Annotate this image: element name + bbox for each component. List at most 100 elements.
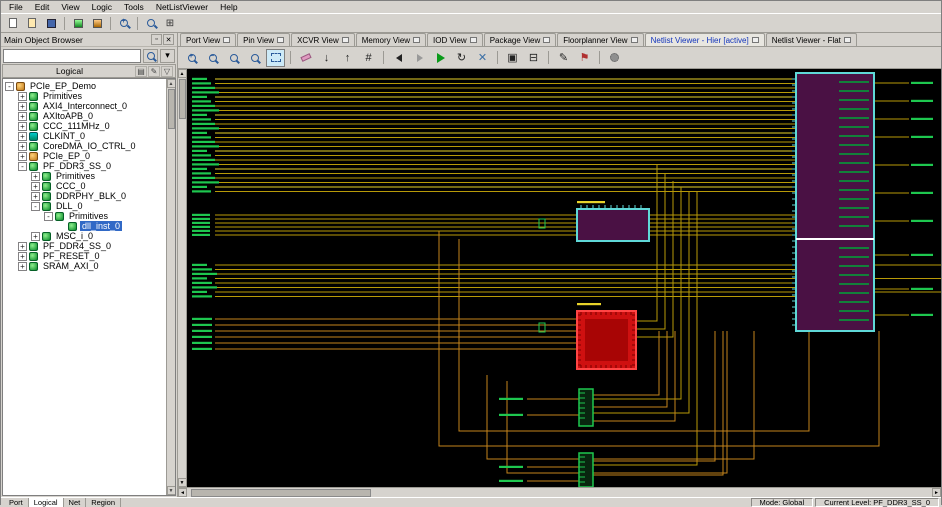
expand-icon[interactable]: +	[18, 251, 27, 261]
expand-icon[interactable]: +	[18, 131, 27, 141]
menu-view[interactable]: View	[55, 2, 85, 12]
tree-item-ccc_111mhz_0[interactable]: + CCC_111MHz_0	[3, 121, 166, 131]
tab-detach-icon[interactable]	[630, 37, 638, 43]
tree-item-msc_i_0[interactable]: + MSC_i_0	[3, 231, 166, 241]
netlist-hier-icon[interactable]	[69, 15, 87, 31]
browser-tab-region[interactable]: Region	[86, 497, 121, 507]
tree-item-dll_inst_0[interactable]: dll_inst_0	[3, 221, 166, 231]
tab-detach-icon[interactable]	[223, 37, 231, 43]
scroll-up-icon[interactable]: ▲	[177, 69, 187, 78]
tree-item-axitoapb_0[interactable]: + AXItoAPB_0	[3, 111, 166, 121]
tab-detach-icon[interactable]	[277, 37, 285, 43]
browser-tab-net[interactable]: Net	[64, 497, 87, 507]
search-input[interactable]	[3, 48, 141, 63]
crossprobe-icon[interactable]: ✕	[473, 49, 492, 67]
menu-netlistviewer[interactable]: NetListViewer	[150, 2, 214, 12]
expand-icon[interactable]: +	[18, 261, 27, 271]
open-icon[interactable]	[23, 15, 41, 31]
expand-icon[interactable]: +	[18, 241, 27, 251]
tree-item-primitives[interactable]: - Primitives	[3, 211, 166, 221]
expand-icon[interactable]: +	[18, 91, 27, 101]
tab-detach-icon[interactable]	[543, 37, 551, 43]
tab-netlist-viewer-hier-active-[interactable]: Netlist Viewer - Hier [active]	[644, 33, 765, 46]
zoom-fit-icon[interactable]	[245, 49, 264, 67]
tab-package-view[interactable]: Package View	[483, 33, 557, 46]
zoom-selection-icon[interactable]	[266, 48, 285, 67]
menu-edit[interactable]: Edit	[29, 2, 56, 12]
tree-item-coredma_io_ctrl_0[interactable]: + CoreDMA_IO_CTRL_0	[3, 141, 166, 151]
scroll-thumb[interactable]	[191, 488, 371, 497]
tab-detach-icon[interactable]	[751, 37, 759, 43]
edit-icon[interactable]: ✎	[148, 65, 160, 77]
pop-up-icon[interactable]: ↑	[338, 49, 357, 67]
tab-port-view[interactable]: Port View	[180, 33, 237, 46]
expand-icon[interactable]: +	[31, 231, 40, 241]
forward-icon[interactable]	[410, 49, 429, 67]
expand-icon[interactable]: +	[18, 141, 27, 151]
canvas-vscrollbar[interactable]: ▲ ▼	[177, 69, 187, 487]
back-icon[interactable]	[389, 49, 408, 67]
zoom-out-icon[interactable]: −	[203, 49, 222, 67]
tree-item-ddrphy_blk_0[interactable]: + DDRPHY_BLK_0	[3, 191, 166, 201]
search-dropdown-icon[interactable]: ▾	[160, 48, 175, 63]
expand-icon[interactable]: +	[18, 111, 27, 121]
browser-tab-port[interactable]: Port	[4, 497, 29, 507]
tree-item-sram_axi_0[interactable]: + SRAM_AXI_0	[3, 261, 166, 271]
tree-item-pf_reset_0[interactable]: + PF_RESET_0	[3, 251, 166, 261]
push-down-icon[interactable]: ↓	[317, 49, 336, 67]
tree-item-pf_ddr3_ss_0[interactable]: - PF_DDR3_SS_0	[3, 161, 166, 171]
tab-detach-icon[interactable]	[843, 37, 851, 43]
tree-item-axi4_interconnect_0[interactable]: + AXI4_Interconnect_0	[3, 101, 166, 111]
menu-help[interactable]: Help	[214, 2, 243, 12]
tab-pin-view[interactable]: Pin View	[237, 33, 291, 46]
expand-icon[interactable]: +	[31, 181, 40, 191]
tree-item-primitives[interactable]: + Primitives	[3, 91, 166, 101]
netlist-flat-icon[interactable]	[88, 15, 106, 31]
scroll-up-icon[interactable]: ▲	[166, 79, 175, 88]
search-icon[interactable]	[143, 48, 158, 63]
save-icon[interactable]	[42, 15, 60, 31]
expand-icon[interactable]: +	[18, 121, 27, 131]
collapse-icon[interactable]: -	[44, 211, 53, 221]
new-icon[interactable]	[4, 15, 22, 31]
tree-item-dll_0[interactable]: - DLL_0	[3, 201, 166, 211]
zoom-window-icon[interactable]	[224, 49, 243, 67]
tab-memory-view[interactable]: Memory View	[355, 33, 427, 46]
tab-detach-icon[interactable]	[469, 37, 477, 43]
expand-icon[interactable]: +	[31, 191, 40, 201]
run-icon[interactable]	[431, 49, 450, 67]
scroll-thumb[interactable]	[178, 79, 186, 119]
canvas-hscrollbar[interactable]: ◄ ►	[178, 487, 941, 497]
schematic-canvas[interactable]	[187, 69, 941, 488]
tab-detach-icon[interactable]	[341, 37, 349, 43]
filter-icon[interactable]: ▽	[161, 65, 173, 77]
refresh-icon[interactable]: ↻	[452, 49, 471, 67]
close-icon[interactable]: ✕	[163, 34, 174, 45]
tab-xcvr-view[interactable]: XCVR View	[291, 33, 355, 46]
zoom-in-icon[interactable]: +	[182, 49, 201, 67]
eraser-icon[interactable]	[296, 49, 315, 67]
collapse-icon[interactable]: -	[31, 201, 40, 211]
browser-tab-logical[interactable]: Logical	[28, 497, 64, 507]
tab-floorplanner-view[interactable]: Floorplanner View	[557, 33, 644, 46]
tree-item-clkint_0[interactable]: + CLKINT_0	[3, 131, 166, 141]
scroll-thumb[interactable]	[167, 89, 175, 129]
tree-item-pcie_ep_0[interactable]: + PCIe_EP_0	[3, 151, 166, 161]
settings-icon[interactable]	[605, 49, 624, 67]
find-net-icon[interactable]: #	[359, 49, 378, 67]
expand-icon[interactable]: +	[18, 101, 27, 111]
menu-file[interactable]: File	[3, 2, 29, 12]
pencil-icon[interactable]: ✎	[554, 49, 573, 67]
tab-iod-view[interactable]: IOD View	[427, 33, 483, 46]
layers-icon[interactable]: ▤	[135, 65, 147, 77]
tree-item-primitives[interactable]: + Primitives	[3, 171, 166, 181]
expand-icon[interactable]: +	[18, 151, 27, 161]
collapse-icon[interactable]: -	[5, 81, 14, 91]
menu-tools[interactable]: Tools	[118, 2, 150, 12]
collapse-icon[interactable]: -	[18, 161, 27, 171]
expand-icon[interactable]: +	[31, 171, 40, 181]
tree-item-pf_ddr4_ss_0[interactable]: + PF_DDR4_SS_0	[3, 241, 166, 251]
tree-scrollbar[interactable]: ▲ ▼	[166, 79, 175, 495]
tab-detach-icon[interactable]	[413, 37, 421, 43]
scroll-right-icon[interactable]: ►	[932, 488, 941, 497]
